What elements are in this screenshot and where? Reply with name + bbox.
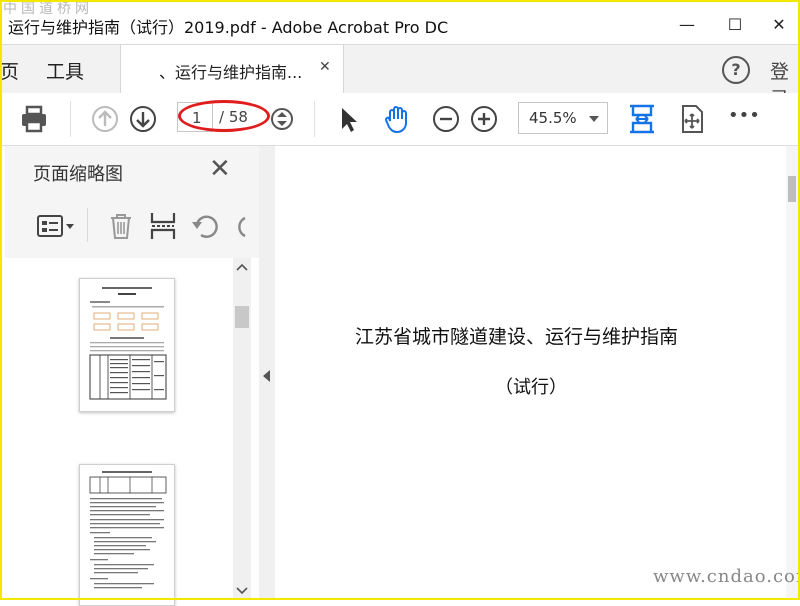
zoom-in-icon[interactable] <box>468 103 500 135</box>
print-icon[interactable] <box>18 103 50 135</box>
zoom-level-value: 45.5% <box>529 109 577 127</box>
insert-page-icon[interactable] <box>147 210 179 242</box>
scrollbar-thumb[interactable] <box>788 176 796 202</box>
zoom-level-select[interactable]: 45.5% <box>518 102 608 134</box>
annotation-red-oval <box>178 100 270 132</box>
document-subtitle: （试行） <box>495 377 567 398</box>
thumbnail-panel: 页面缩略图 ✕ <box>5 146 260 606</box>
page-thumbnail[interactable] <box>79 278 175 412</box>
title-bar: 中国道桥网 运行与维护指南（试行）2019.pdf - Adobe Acroba… <box>0 0 800 44</box>
watermark-bottom: www.cndao.com <box>653 566 800 587</box>
scrollbar-thumb[interactable] <box>235 306 249 328</box>
tab-home[interactable]: 页 <box>0 57 19 84</box>
hand-tool-icon[interactable] <box>381 103 413 135</box>
more-tools-icon[interactable]: ••• <box>728 105 760 126</box>
next-page-icon[interactable] <box>127 103 159 135</box>
page-stepper-icon[interactable] <box>266 103 298 135</box>
zoom-out-icon[interactable] <box>430 103 462 135</box>
document-view: 江苏省城市隧道建设、运行与维护指南 （试行） www.cndao.com <box>275 146 800 600</box>
thumbnail-list: 6 <box>5 258 259 606</box>
rotate-right-icon[interactable] <box>231 210 253 242</box>
thumbnail-options-icon[interactable] <box>35 210 77 242</box>
maximize-button[interactable]: ☐ <box>720 12 750 38</box>
tab-document[interactable]: 、运行与维护指南... ✕ <box>120 45 344 93</box>
toolbar-divider <box>70 101 71 137</box>
main-toolbar: 1 / 58 45.5% ••• <box>0 93 800 146</box>
document-scrollbar[interactable] <box>786 146 798 600</box>
rotate-left-icon[interactable] <box>189 210 221 242</box>
select-cursor-icon[interactable] <box>332 103 364 135</box>
tab-bar: 页 工具 、运行与维护指南... ✕ ? 登录 <box>0 44 800 110</box>
tab-close-button[interactable]: ✕ <box>319 59 331 75</box>
thumbnail-page-content <box>89 287 167 400</box>
thumbnail-scrollbar[interactable] <box>233 258 251 600</box>
scroll-down-icon[interactable] <box>236 586 248 596</box>
minimize-button[interactable]: — <box>672 12 702 38</box>
panel-title: 页面缩略图 <box>33 164 123 185</box>
chevron-down-icon <box>589 116 599 122</box>
toolbar-divider <box>314 101 315 137</box>
window-title: 运行与维护指南（试行）2019.pdf - Adobe Acrobat Pro … <box>8 18 449 37</box>
thumbnail-toolbar <box>5 204 259 248</box>
close-window-button[interactable]: ✕ <box>764 12 794 38</box>
previous-page-icon[interactable] <box>89 103 121 135</box>
panel-close-icon[interactable]: ✕ <box>209 154 231 184</box>
scroll-up-icon[interactable] <box>236 262 248 272</box>
delete-page-icon[interactable] <box>105 210 137 242</box>
document-title: 江苏省城市隧道建设、运行与维护指南 <box>355 326 679 348</box>
scroll-mode-icon[interactable] <box>676 103 708 135</box>
panel-collapse-handle[interactable] <box>259 146 275 600</box>
tab-document-label: 、运行与维护指南... <box>159 63 303 82</box>
page-thumbnail[interactable] <box>79 464 175 606</box>
toolbar-divider <box>87 208 88 242</box>
tab-tools[interactable]: 工具 <box>46 57 84 84</box>
fit-page-icon[interactable] <box>626 103 658 135</box>
thumbnail-page-content <box>89 471 167 589</box>
help-icon[interactable]: ? <box>722 56 750 84</box>
collapse-arrow-icon <box>263 370 270 382</box>
